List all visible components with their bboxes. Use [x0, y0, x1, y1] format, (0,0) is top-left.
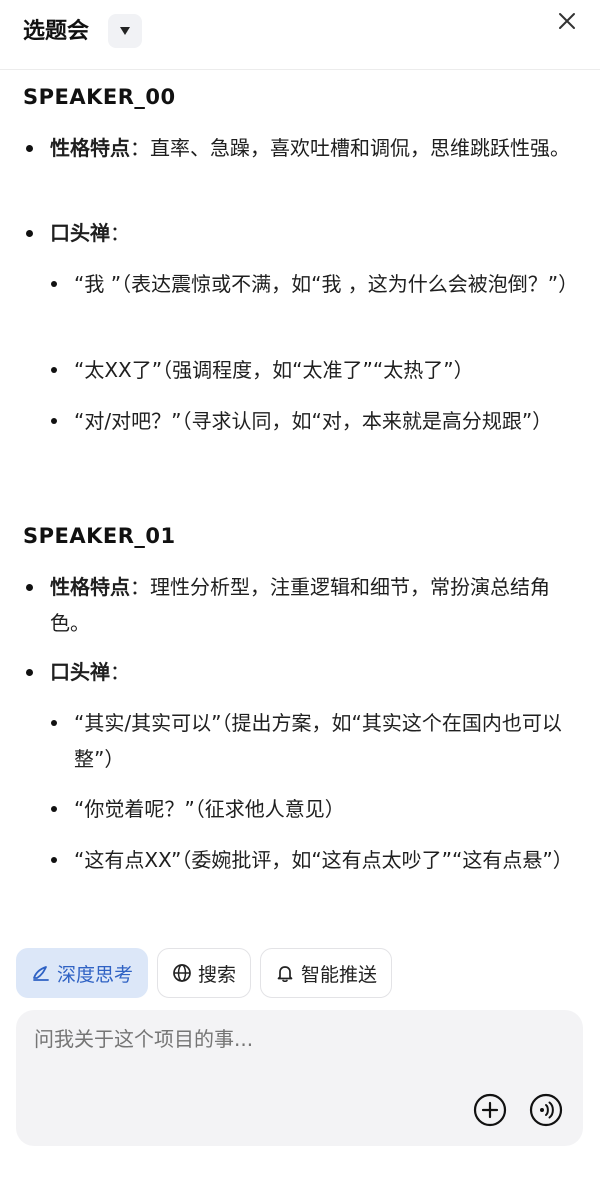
personality-label: 性格特点: [50, 136, 130, 160]
deep-think-icon: [33, 966, 49, 981]
chip-label: 深度思考: [57, 963, 134, 986]
bullet-dot: [51, 720, 57, 726]
chip-label: 智能推送: [301, 963, 378, 986]
mode-chips: 深度思考 搜索 智能推送: [16, 948, 393, 998]
bullet-dot: [51, 281, 57, 287]
list-item: 口头禅：: [26, 215, 575, 251]
list-item: 性格特点：直率、急躁，喜欢吐槽和调侃，思维跳跃性强。: [26, 130, 575, 166]
list-item: “我 ”（表达震惊或不满，如“我 ，这为什么会被泡倒？”）: [51, 266, 578, 302]
colon: ：: [110, 221, 130, 245]
message-input[interactable]: [34, 1024, 554, 1054]
caret-down-icon: [120, 27, 130, 35]
smart-push-chip[interactable]: 智能推送: [260, 948, 393, 998]
plus-circle-icon: [473, 1093, 507, 1127]
bullet-dot: [26, 669, 33, 676]
bullet-dot: [51, 367, 57, 373]
bullet-dot: [51, 806, 57, 812]
bullet-dot: [26, 230, 33, 237]
deep-think-chip[interactable]: 深度思考: [16, 948, 149, 998]
personality-text: ：直率、急躁，喜欢吐槽和调侃，思维跳跃性强。: [130, 136, 570, 160]
voice-button[interactable]: [528, 1092, 564, 1128]
catchphrase-text: “这有点XX”（委婉批评，如“这有点太吵了”“这有点悬”）: [74, 848, 573, 872]
catchphrase-label: 口头禅: [50, 221, 110, 245]
add-button[interactable]: [472, 1092, 508, 1128]
speaker-heading: SPEAKER_00: [23, 85, 176, 109]
list-item: “对/对吧？”（寻求认同，如“对，本来就是高分规跟”）: [51, 403, 574, 439]
header-bar: 选题会: [0, 0, 600, 70]
catchphrase-label: 口头禅: [50, 660, 110, 684]
list-item: “这有点XX”（委婉批评，如“这有点太吵了”“这有点悬”）: [51, 842, 574, 878]
catchphrase-text: “其实/其实可以”（提出方案，如“其实这个在国内也可以整”）: [74, 711, 562, 771]
chip-label: 搜索: [198, 963, 237, 986]
catchphrase-text: “对/对吧？”（寻求认同，如“对，本来就是高分规跟”）: [74, 409, 553, 433]
bullet-dot: [51, 857, 57, 863]
bullet-dot: [51, 418, 57, 424]
list-item: “你觉着呢？”（征求他人意见）: [51, 791, 574, 827]
title-dropdown-button[interactable]: [108, 14, 142, 48]
list-item: “太XX了”（强调程度，如“太准了”“太热了”）: [51, 352, 574, 388]
list-item: 口头禅：: [26, 654, 575, 690]
close-icon: [559, 13, 575, 29]
composer: [16, 1010, 583, 1146]
speaker-heading: SPEAKER_01: [23, 524, 176, 548]
bullet-dot: [26, 584, 33, 591]
personality-label: 性格特点: [50, 575, 130, 599]
list-item: “其实/其实可以”（提出方案，如“其实这个在国内也可以整”）: [51, 705, 574, 777]
close-button[interactable]: [552, 6, 582, 36]
search-chip[interactable]: 搜索: [157, 948, 252, 998]
list-item: 性格特点：理性分析型，注重逻辑和细节，常扮演总结角色。: [26, 569, 575, 641]
voice-wave-icon: [529, 1093, 563, 1127]
catchphrase-text: “我 ”（表达震惊或不满，如“我 ，这为什么会被泡倒？”）: [74, 272, 579, 296]
catchphrase-text: “你觉着呢？”（征求他人意见）: [74, 797, 345, 821]
page-title: 选题会: [23, 19, 90, 44]
colon: ：: [110, 660, 130, 684]
bell-icon: [277, 966, 293, 983]
catchphrase-text: “太XX了”（强调程度，如“太准了”“太热了”）: [74, 358, 474, 382]
globe-icon: [173, 964, 191, 982]
bullet-dot: [26, 145, 33, 152]
